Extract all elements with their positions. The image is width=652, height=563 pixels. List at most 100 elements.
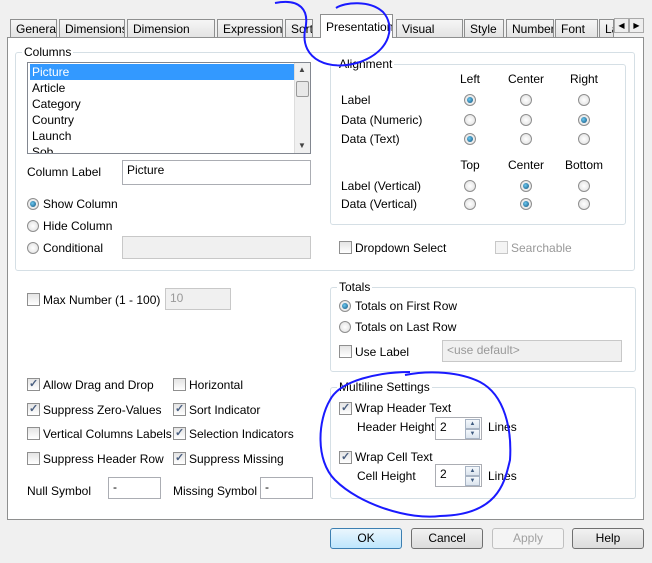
null-symbol-input[interactable]: - <box>108 477 161 499</box>
scroll-thumb[interactable] <box>296 81 309 97</box>
option-checkbox[interactable] <box>27 427 40 440</box>
wrap-cell-label: Wrap Cell Text <box>355 450 433 464</box>
dropdown-select-checkbox[interactable] <box>339 241 352 254</box>
tab-number[interactable]: Number <box>506 19 554 38</box>
tab-presentation[interactable]: Presentation <box>320 14 393 38</box>
list-item[interactable]: Picture <box>30 64 294 80</box>
searchable-checkbox[interactable] <box>495 241 508 254</box>
list-item[interactable]: Sob <box>30 144 294 153</box>
align-radio[interactable] <box>464 133 476 145</box>
columns-listbox[interactable]: Picture Article Category Country Launch Sob ▲… <box>27 62 311 154</box>
max-number-input[interactable]: 10 <box>165 288 231 310</box>
tab-sort[interactable]: Sort <box>285 19 313 38</box>
header-height-down[interactable]: ▼ <box>465 429 480 439</box>
valign-row-label: Data (Vertical) <box>341 197 418 211</box>
show-column-radio[interactable] <box>27 198 39 210</box>
align-header: Left <box>459 72 481 86</box>
align-radio[interactable] <box>520 133 532 145</box>
list-item[interactable]: Launch <box>30 128 294 144</box>
ok-button[interactable]: OK <box>330 528 402 549</box>
option-label: Suppress Header Row <box>43 451 164 466</box>
missing-symbol-input[interactable]: - <box>260 477 313 499</box>
conditional-input[interactable] <box>122 236 311 259</box>
align-radio[interactable] <box>464 94 476 106</box>
apply-button[interactable]: Apply <box>492 528 564 549</box>
cell-height-up[interactable]: ▲ <box>465 466 480 476</box>
list-scrollbar[interactable]: ▲ ▼ <box>294 63 310 153</box>
totals-last-row-radio[interactable] <box>339 321 351 333</box>
scroll-up-icon[interactable]: ▲ <box>298 65 306 74</box>
missing-symbol-label: Missing Symbol <box>173 484 258 498</box>
wrap-header-checkbox[interactable] <box>339 401 352 415</box>
max-number-checkbox[interactable] <box>27 293 40 306</box>
option-checkbox[interactable] <box>173 426 186 440</box>
valign-radio[interactable] <box>578 198 590 210</box>
align-radio[interactable] <box>578 94 590 106</box>
valign-radio[interactable] <box>464 180 476 192</box>
tab-dimension-limits[interactable]: Dimension Limits <box>127 19 215 38</box>
align-row-label: Data (Text) <box>341 132 400 146</box>
list-item[interactable]: Category <box>30 96 294 112</box>
searchable-label: Searchable <box>511 241 572 255</box>
option-label: Suppress Zero-Values <box>43 402 162 417</box>
hide-column-radio[interactable] <box>27 220 39 232</box>
use-label-checkbox[interactable] <box>339 345 352 358</box>
alignment-title: Alignment <box>337 57 395 71</box>
option-checkbox[interactable] <box>173 378 186 391</box>
totals-label-input[interactable]: <use default> <box>442 340 622 362</box>
option-label: Sort Indicator <box>189 402 261 417</box>
option-label: Suppress Missing <box>189 451 284 466</box>
option-checkbox[interactable] <box>27 377 40 391</box>
wrap-cell-checkbox[interactable] <box>339 450 352 464</box>
valign-header: Bottom <box>564 158 604 172</box>
header-height-label: Header Height <box>357 420 435 434</box>
tab-font[interactable]: Font <box>555 19 598 38</box>
option-checkbox[interactable] <box>27 402 40 416</box>
option-checkbox[interactable] <box>173 402 186 416</box>
multiline-title: Multiline Settings <box>337 380 432 394</box>
tab-la[interactable]: La <box>599 19 614 38</box>
header-height-up[interactable]: ▲ <box>465 419 480 429</box>
option-label: Vertical Columns Labels <box>43 427 172 441</box>
option-checkbox[interactable] <box>27 451 40 465</box>
use-label-label: Use Label <box>355 345 410 359</box>
cell-height-label: Cell Height <box>357 469 416 483</box>
list-item[interactable]: Article <box>30 80 294 96</box>
tab-style[interactable]: Style <box>464 19 504 38</box>
option-label: Horizontal <box>189 378 244 392</box>
valign-header: Top <box>460 158 480 172</box>
option-label: Allow Drag and Drop <box>43 378 154 392</box>
cell-height-down[interactable]: ▼ <box>465 476 480 486</box>
conditional-label: Conditional <box>43 241 104 255</box>
align-radio[interactable] <box>520 94 532 106</box>
align-radio[interactable] <box>520 113 532 126</box>
totals-last-row-label: Totals on Last Row <box>355 320 457 334</box>
align-header: Right <box>569 72 599 86</box>
align-radio[interactable] <box>578 133 590 145</box>
help-button[interactable]: Help <box>572 528 644 549</box>
valign-header: Center <box>507 158 545 172</box>
conditional-radio[interactable] <box>27 242 39 254</box>
tab-dimensions[interactable]: Dimensions <box>59 19 125 38</box>
totals-title: Totals <box>337 280 373 294</box>
tab-expressions[interactable]: Expressions <box>217 19 283 38</box>
valign-radio[interactable] <box>520 198 532 210</box>
cancel-button[interactable]: Cancel <box>411 528 483 549</box>
tab-scroll-left[interactable]: ◀ <box>614 18 629 33</box>
tab-visual-cues[interactable]: Visual Cues <box>396 19 463 38</box>
align-radio[interactable] <box>578 113 590 126</box>
show-column-label: Show Column <box>43 197 118 211</box>
list-item[interactable]: Country <box>30 112 294 128</box>
tab-scroll-right[interactable]: ▶ <box>629 18 644 33</box>
option-label: Selection Indicators <box>189 427 294 441</box>
column-label-input[interactable]: Picture <box>122 160 311 185</box>
totals-first-row-radio[interactable] <box>339 300 351 312</box>
scroll-down-icon[interactable]: ▼ <box>298 141 306 150</box>
valign-radio[interactable] <box>520 180 532 192</box>
valign-radio[interactable] <box>578 180 590 192</box>
align-radio[interactable] <box>464 113 476 126</box>
option-checkbox[interactable] <box>173 451 186 465</box>
valign-radio[interactable] <box>464 198 476 210</box>
wrap-header-label: Wrap Header Text <box>355 401 452 415</box>
tab-general[interactable]: General <box>10 19 57 38</box>
